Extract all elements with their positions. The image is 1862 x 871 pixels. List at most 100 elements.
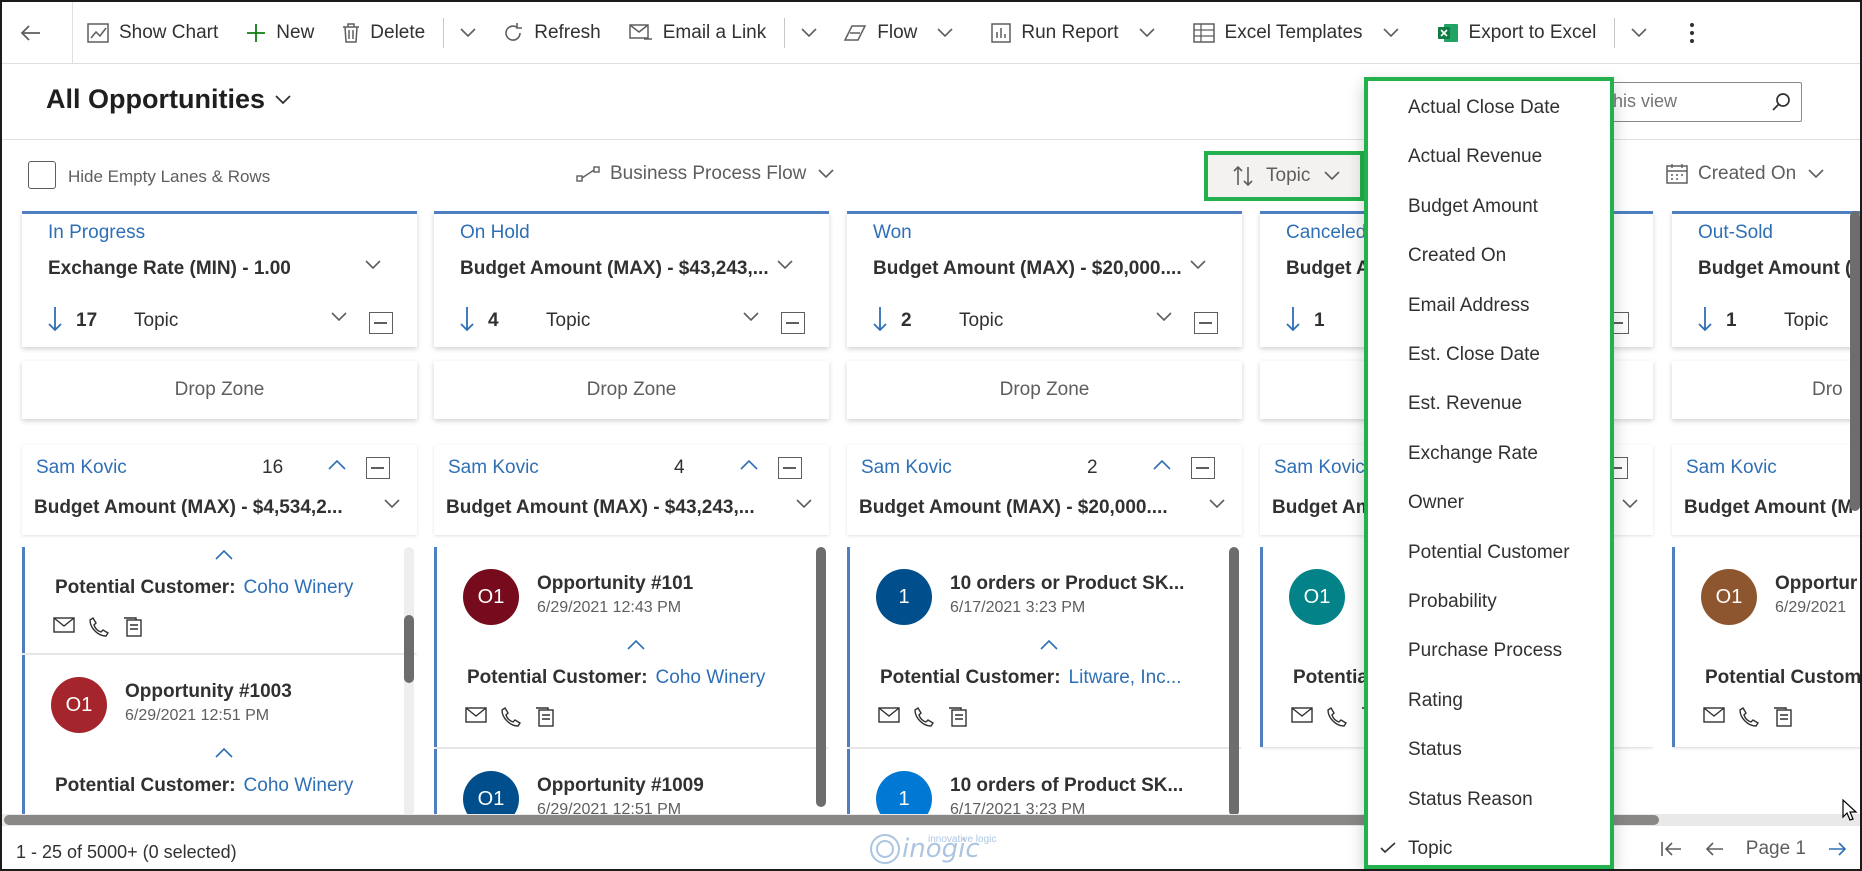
chevron-down-icon[interactable] <box>1209 499 1225 509</box>
chevron-up-icon[interactable] <box>627 639 645 650</box>
sort-option[interactable]: Est. Close Date <box>1368 330 1610 379</box>
drop-zone[interactable]: Dro <box>1672 361 1860 419</box>
card-title[interactable]: Opportur <box>1775 573 1857 595</box>
bpf-selector[interactable]: Business Process Flow <box>576 163 844 185</box>
email-icon[interactable] <box>465 707 487 723</box>
sort-option[interactable]: Actual Revenue <box>1368 132 1610 181</box>
opportunity-card[interactable]: O1 Opportunity #1003 6/29/2021 12:51 PM … <box>22 655 417 816</box>
chevron-down-icon[interactable] <box>1622 499 1638 509</box>
lane-collapse-button[interactable] <box>1194 312 1218 334</box>
sort-option[interactable]: Rating <box>1368 676 1610 725</box>
sort-descending-icon[interactable] <box>1286 306 1300 332</box>
lane-collapse-button[interactable] <box>369 312 393 334</box>
phone-icon[interactable] <box>1739 707 1759 727</box>
drop-zone[interactable]: Drop Zone <box>434 361 829 419</box>
lane-scroll-thumb[interactable] <box>1229 547 1239 816</box>
task-icon[interactable] <box>123 617 143 637</box>
phone-icon[interactable] <box>501 707 521 727</box>
sort-option[interactable]: Status Reason <box>1368 775 1610 824</box>
chevron-up-icon[interactable] <box>1153 459 1171 470</box>
chevron-down-icon[interactable] <box>1156 312 1172 322</box>
chevron-up-icon[interactable] <box>328 459 346 470</box>
sort-option-selected[interactable]: Topic <box>1368 824 1610 869</box>
flow-button[interactable]: Flow <box>829 2 977 64</box>
delete-button[interactable]: Delete <box>328 2 439 64</box>
sort-descending-icon[interactable] <box>460 306 474 332</box>
chevron-up-icon[interactable] <box>215 747 233 758</box>
opportunity-card[interactable]: O1 Opportur 6/29/2021 Potential Custom <box>1672 547 1860 747</box>
email-icon[interactable] <box>53 617 75 633</box>
more-chevron-button[interactable] <box>1619 2 1659 64</box>
sort-option[interactable]: Exchange Rate <box>1368 429 1610 478</box>
export-excel-button[interactable]: Export to Excel <box>1423 2 1611 64</box>
previous-page-icon[interactable] <box>1704 841 1724 857</box>
group-owner[interactable]: Sam Kovic <box>36 457 127 479</box>
task-icon[interactable] <box>1773 707 1793 727</box>
phone-icon[interactable] <box>914 707 934 727</box>
run-report-button[interactable]: Run Report <box>977 2 1178 64</box>
sort-option[interactable]: Potential Customer <box>1368 528 1610 577</box>
date-field-selector[interactable]: Created On <box>1666 163 1834 185</box>
more-chevron-button[interactable] <box>789 2 829 64</box>
chevron-down-icon[interactable] <box>384 499 400 509</box>
sort-descending-icon[interactable] <box>1698 306 1712 332</box>
first-page-icon[interactable] <box>1660 841 1682 857</box>
lane-scroll-thumb[interactable] <box>816 547 826 807</box>
group-owner[interactable]: Sam Kovic <box>1274 457 1365 479</box>
card-title[interactable]: Opportunity #101 <box>537 573 693 595</box>
chevron-down-icon[interactable] <box>331 312 347 322</box>
lane-collapse-button[interactable] <box>781 312 805 334</box>
overflow-button[interactable] <box>1659 2 1725 64</box>
phone-icon[interactable] <box>1327 707 1347 727</box>
card-title[interactable]: 10 orders or Product SK... <box>950 573 1184 595</box>
card-title[interactable]: 10 orders of Product SK... <box>950 775 1183 797</box>
sort-option[interactable]: Purchase Process <box>1368 626 1610 675</box>
opportunity-card[interactable]: O1 Opportunity #1009 6/29/2021 12:51 PM <box>434 749 829 816</box>
board-scroll-thumb[interactable] <box>1850 211 1860 511</box>
task-icon[interactable] <box>535 707 555 727</box>
group-owner[interactable]: Sam Kovic <box>448 457 539 479</box>
group-collapse-button[interactable] <box>778 457 802 479</box>
chevron-up-icon[interactable] <box>1040 639 1058 650</box>
lane-scroll-thumb[interactable] <box>404 615 414 683</box>
chevron-up-icon[interactable] <box>740 459 758 470</box>
task-icon[interactable] <box>948 707 968 727</box>
sort-option[interactable]: Status <box>1368 725 1610 774</box>
opportunity-card[interactable]: 1 10 orders of Product SK... 6/17/2021 3… <box>847 749 1242 816</box>
phone-icon[interactable] <box>89 617 109 637</box>
group-collapse-button[interactable] <box>1191 457 1215 479</box>
chevron-down-icon[interactable] <box>796 499 812 509</box>
card-title[interactable]: Opportunity #1009 <box>537 775 704 797</box>
excel-templates-button[interactable]: Excel Templates <box>1179 2 1423 64</box>
show-chart-button[interactable]: Show Chart <box>73 2 232 64</box>
email-icon[interactable] <box>1703 707 1725 723</box>
sort-option[interactable]: Est. Revenue <box>1368 379 1610 428</box>
new-button[interactable]: New <box>232 2 328 64</box>
hide-empty-checkbox[interactable] <box>28 161 56 189</box>
more-chevron-button[interactable] <box>448 2 488 64</box>
sort-descending-icon[interactable] <box>873 306 887 332</box>
opportunity-card[interactable]: O1 Opportunity #101 6/29/2021 12:43 PM P… <box>434 547 829 747</box>
refresh-button[interactable]: Refresh <box>488 2 615 64</box>
sort-option[interactable]: Email Address <box>1368 281 1610 330</box>
next-page-icon[interactable] <box>1828 841 1848 857</box>
sort-option[interactable]: Budget Amount <box>1368 182 1610 231</box>
sort-option[interactable]: Actual Close Date <box>1368 83 1610 132</box>
sort-selector[interactable]: Topic <box>1204 151 1364 201</box>
chevron-down-icon[interactable] <box>1190 260 1206 270</box>
sort-option[interactable]: Probability <box>1368 577 1610 626</box>
chevron-down-icon[interactable] <box>365 260 381 270</box>
group-owner[interactable]: Sam Kovic <box>1686 457 1777 479</box>
view-selector[interactable]: All Opportunities <box>46 84 291 115</box>
sort-descending-icon[interactable] <box>48 306 62 332</box>
drop-zone[interactable]: Drop Zone <box>22 361 417 419</box>
email-icon[interactable] <box>1291 707 1313 723</box>
email-icon[interactable] <box>878 707 900 723</box>
drop-zone[interactable]: Drop Zone <box>847 361 1242 419</box>
back-button[interactable] <box>2 2 73 64</box>
group-owner[interactable]: Sam Kovic <box>861 457 952 479</box>
customer-link[interactable]: Coho Winery <box>656 667 766 688</box>
customer-link[interactable]: Coho Winery <box>244 775 354 796</box>
chevron-down-icon[interactable] <box>743 312 759 322</box>
customer-link[interactable]: Coho Winery <box>244 577 354 598</box>
